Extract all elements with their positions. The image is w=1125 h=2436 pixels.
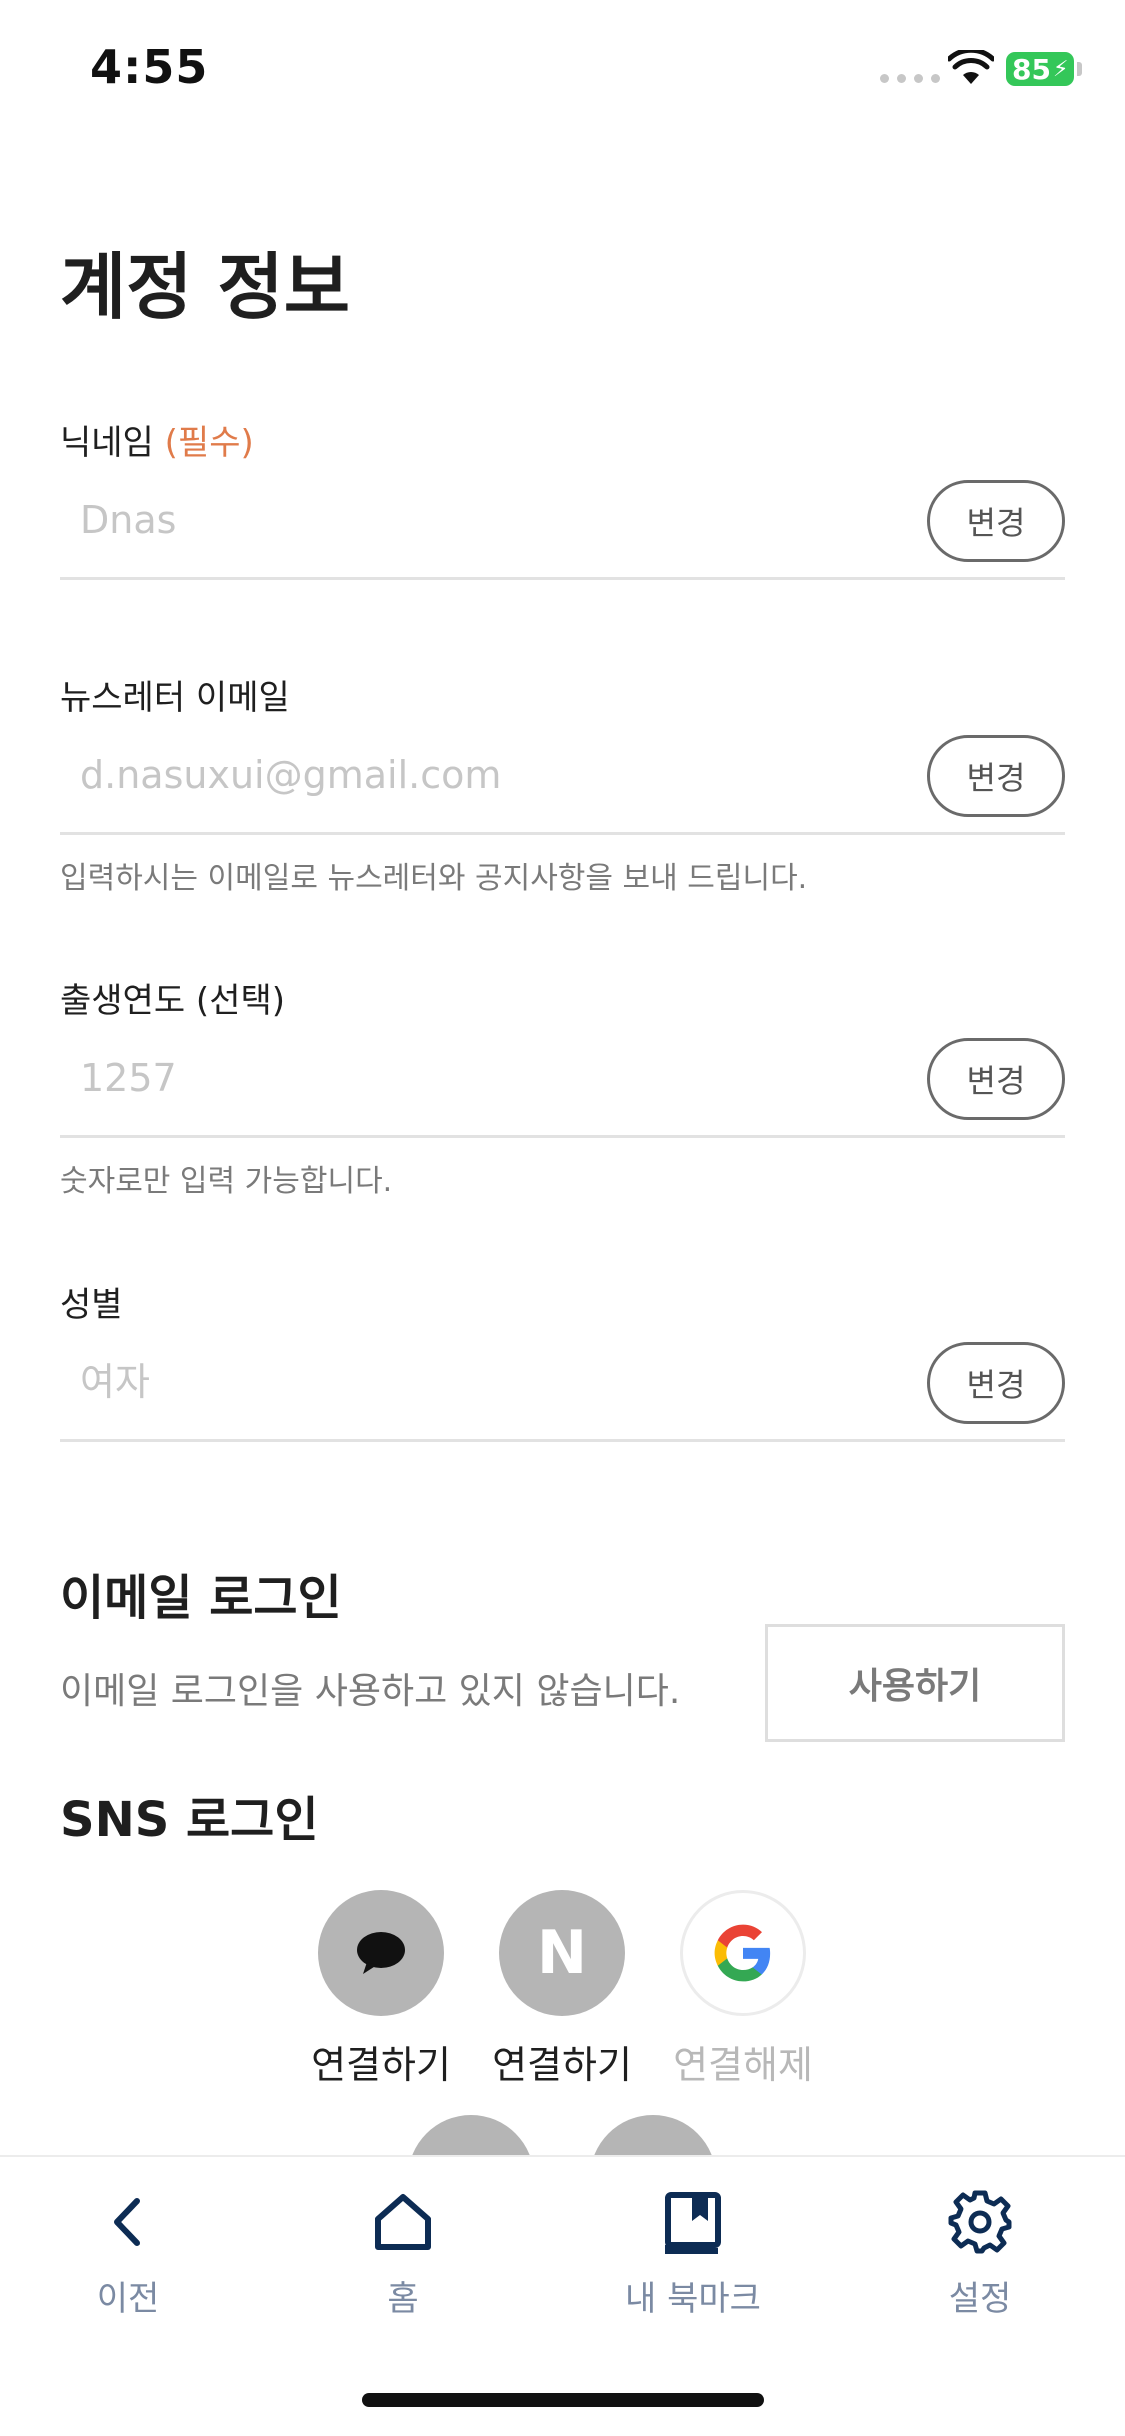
sns-login-title: SNS 로그인 [60, 1792, 319, 1848]
cellular-signal-icon [880, 74, 940, 83]
nickname-change-button[interactable]: 변경 [927, 480, 1065, 562]
enable-email-login-button[interactable]: 사용하기 [765, 1624, 1065, 1742]
kakao-chat-icon [318, 1890, 444, 2016]
naver-connect-label: 연결하기 [492, 2043, 632, 2087]
sns-google[interactable]: 연결해제 [653, 1890, 833, 2089]
home-icon [375, 2194, 431, 2250]
nickname-label-text: 닉네임 [60, 423, 154, 463]
email-login-description: 이메일 로그인을 사용하고 있지 않습니다. [60, 1671, 681, 1712]
nickname-row: 변경 [60, 470, 1065, 580]
sns-naver[interactable]: N 연결하기 [472, 1890, 652, 2089]
gender-change-button[interactable]: 변경 [927, 1342, 1065, 1424]
newsletter-email-help: 입력하시는 이메일로 뉴스레터와 공지사항을 보내 드립니다. [60, 861, 808, 896]
naver-glyph: N [536, 1918, 588, 1988]
nav-bookmark[interactable]: 내 북마크 [583, 2187, 803, 2320]
birth-year-help: 숫자로만 입력 가능합니다. [60, 1164, 393, 1199]
back-chevron-icon [114, 2198, 140, 2246]
birth-year-field: 출생연도 (선택) 변경 숫자로만 입력 가능합니다. [60, 973, 1065, 1200]
gender-input[interactable] [80, 1360, 920, 1404]
battery-nub [1077, 62, 1082, 76]
gender-label: 성별 [60, 1285, 123, 1325]
newsletter-email-field: 뉴스레터 이메일 변경 입력하시는 이메일로 뉴스레터와 공지사항을 보내 드립… [60, 670, 1065, 897]
gender-row: 변경 [60, 1332, 1065, 1442]
nav-settings-label: 설정 [948, 2279, 1012, 2319]
status-time: 4:55 [90, 40, 209, 94]
home-indicator [362, 2393, 764, 2407]
battery-icon: 85 ⚡ [1006, 52, 1074, 86]
newsletter-email-input[interactable] [80, 753, 920, 797]
nickname-input[interactable] [80, 498, 920, 542]
newsletter-email-label: 뉴스레터 이메일 [60, 678, 290, 718]
nav-home-label: 홈 [387, 2279, 419, 2319]
birth-year-row: 변경 [60, 1028, 1065, 1138]
newsletter-email-change-button[interactable]: 변경 [927, 735, 1065, 817]
battery-level: 85 [1012, 52, 1051, 86]
nav-back-label: 이전 [96, 2279, 160, 2319]
sns-kakao[interactable]: 연결하기 [291, 1890, 471, 2089]
status-bar: 4:55 85 ⚡ [0, 0, 1125, 140]
gender-field: 성별 변경 [60, 1277, 1065, 1442]
birth-year-label: 출생연도 (선택) [60, 981, 286, 1021]
nav-home[interactable]: 홈 [293, 2187, 513, 2320]
newsletter-email-row: 변경 [60, 725, 1065, 835]
kakao-connect-label: 연결하기 [311, 2043, 451, 2087]
nav-back[interactable]: 이전 [18, 2187, 238, 2320]
naver-icon: N [499, 1890, 625, 2016]
nickname-label: 닉네임 (필수) [60, 415, 1065, 464]
wifi-icon [948, 50, 994, 84]
birth-year-change-button[interactable]: 변경 [927, 1038, 1065, 1120]
nav-bookmark-label: 내 북마크 [625, 2279, 761, 2319]
gear-icon [948, 2190, 1012, 2254]
nickname-field: 닉네임 (필수) 변경 [60, 415, 1065, 580]
email-login-title: 이메일 로그인 [60, 1570, 342, 1626]
birth-year-input[interactable] [80, 1056, 920, 1100]
page-title: 계정 정보 [60, 245, 351, 329]
nav-settings[interactable]: 설정 [870, 2187, 1090, 2320]
bookmark-icon [665, 2192, 721, 2254]
required-badge: (필수) [164, 423, 254, 463]
google-disconnect-label: 연결해제 [673, 2043, 813, 2087]
google-icon [680, 1890, 806, 2016]
